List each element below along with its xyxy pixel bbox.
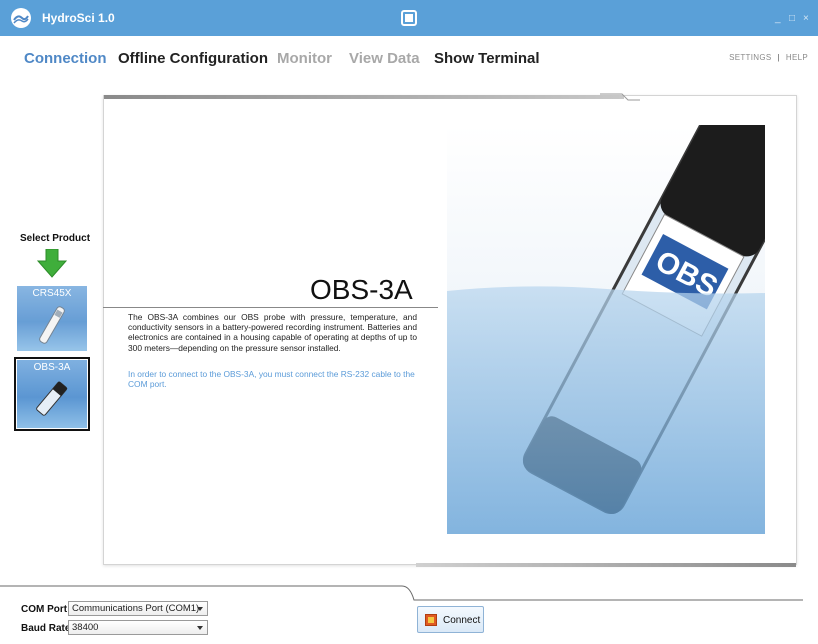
baud-rate-select[interactable]: 38400 — [68, 620, 208, 635]
panel-tab-notch — [600, 93, 640, 101]
baud-rate-value: 38400 — [72, 622, 99, 633]
product-tile-crs45x[interactable]: CRS45X — [17, 286, 87, 351]
crs45x-sensor-icon — [39, 306, 65, 344]
com-port-label: COM Port — [21, 604, 68, 615]
top-links: SETTINGS | HELP — [729, 53, 808, 62]
panel-bottom-accent — [416, 563, 796, 567]
product-description: The OBS-3A combines our OBS probe with p… — [128, 312, 417, 353]
help-link[interactable]: HELP — [786, 53, 808, 62]
tab-connection[interactable]: Connection — [24, 50, 107, 67]
title-bar: HydroSci 1.0 _ □ × — [0, 0, 818, 36]
product-label: CRS45X — [32, 288, 72, 299]
obs-3a-product-image: OBS — [447, 125, 765, 534]
minimize-icon[interactable]: _ — [775, 13, 781, 24]
select-product-label: Select Product — [20, 233, 91, 244]
tab-show-terminal[interactable]: Show Terminal — [434, 50, 540, 67]
campbell-logo-icon — [401, 10, 417, 26]
connect-icon — [425, 614, 437, 626]
chevron-down-icon — [197, 607, 203, 611]
com-port-select[interactable]: Communications Port (COM1) — [68, 601, 208, 616]
tab-view-data[interactable]: View Data — [349, 50, 420, 67]
close-icon[interactable]: × — [803, 13, 809, 24]
chevron-down-icon — [197, 626, 203, 630]
app-title: HydroSci 1.0 — [42, 11, 115, 25]
hydrosci-logo-icon — [11, 8, 31, 28]
tab-monitor[interactable]: Monitor — [277, 50, 332, 67]
connect-button[interactable]: Connect — [417, 606, 484, 633]
main-nav: Connection Offline Configuration Monitor… — [0, 36, 818, 80]
com-port-value: Communications Port (COM1) — [72, 603, 200, 614]
product-tile-obs-3a[interactable]: OBS-3A — [17, 360, 87, 428]
title-divider — [103, 307, 438, 308]
product-title: OBS-3A — [310, 274, 413, 305]
obs-3a-sensor-icon — [36, 381, 68, 416]
baud-rate-label: Baud Rate — [21, 623, 71, 634]
panel-top-accent — [104, 95, 624, 99]
connect-label: Connect — [443, 615, 481, 626]
arrow-down-icon — [37, 249, 67, 278]
maximize-icon[interactable]: □ — [789, 13, 795, 24]
link-separator: | — [777, 53, 780, 62]
settings-link[interactable]: SETTINGS — [729, 53, 771, 62]
product-label: OBS-3A — [33, 362, 71, 373]
tab-offline-configuration[interactable]: Offline Configuration — [118, 50, 268, 67]
connection-instruction: In order to connect to the OBS-3A, you m… — [128, 369, 415, 390]
